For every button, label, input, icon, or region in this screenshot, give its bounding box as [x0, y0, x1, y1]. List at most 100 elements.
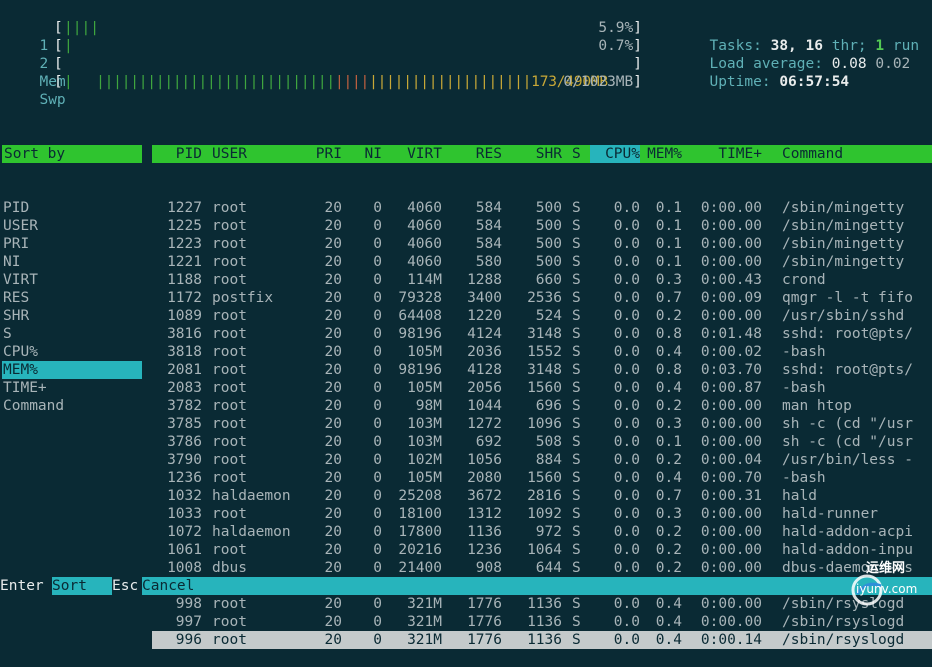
cell-virt: 98M: [415, 398, 442, 414]
cell-time: 0:00.00: [700, 254, 762, 270]
sort-option[interactable]: RES: [2, 289, 142, 307]
table-row[interactable]: 1061 root 20 0 20216 1236 1064 S 0.0 0.2 0:00.00 ha…: [152, 541, 932, 559]
col-s[interactable]: S: [572, 145, 581, 163]
table-row[interactable]: 3786 root 20 0 103M 692 508 S 0.0 0.1 0:00.00 sh -c…: [152, 433, 932, 451]
cell-virt: 105M: [407, 344, 442, 360]
cell-shr: 2536: [527, 290, 562, 306]
col-res[interactable]: RES: [442, 145, 502, 163]
table-row[interactable]: 3818 root 20 0 105M 2036 1552 S 0.0 0.4 0:00.02 -ba…: [152, 343, 932, 361]
col-shr[interactable]: SHR: [502, 145, 562, 163]
cell-mem: 0.4: [655, 614, 682, 630]
cell-s: S: [572, 308, 581, 324]
cell-shr: 1552: [527, 344, 562, 360]
table-row[interactable]: 3782 root 20 0 98M 1044 696 S 0.0 0.2 0:00.00 man h…: [152, 397, 932, 415]
cell-time: 0:00.00: [700, 542, 762, 558]
table-row[interactable]: 1188 root 20 0 114M 1288 660 S 0.0 0.3 0:00.43 cron…: [152, 271, 932, 289]
col-pri[interactable]: PRI: [302, 145, 342, 163]
cell-virt: 79328: [398, 290, 442, 306]
swp-meter: Swp [ | 0/1023MB]: [39, 74, 642, 108]
cell-ni: 0: [373, 236, 382, 252]
sort-action[interactable]: Sort: [52, 577, 112, 595]
table-row[interactable]: 2083 root 20 0 105M 2056 1560 S 0.0 0.4 0:00.87 -ba…: [152, 379, 932, 397]
table-row[interactable]: 2081 root 20 0 98196 4128 3148 S 0.0 0.8 0:03.70 ss…: [152, 361, 932, 379]
mem-meter: Mem [ ||||||||||||||||||||||||||||||||||…: [39, 56, 642, 90]
cell-cpu: 0.0: [613, 218, 640, 234]
cell-res: 1776: [467, 632, 502, 648]
cell-user: haldaemon: [212, 488, 291, 504]
cell-pri: 20: [324, 236, 342, 252]
cell-virt: 21400: [398, 560, 442, 576]
col-time[interactable]: TIME+: [682, 145, 762, 163]
esc-key[interactable]: Esc: [112, 577, 142, 595]
col-cpu[interactable]: CPU%: [590, 145, 640, 163]
sort-option[interactable]: MEM%: [2, 361, 142, 379]
sort-option[interactable]: NI: [2, 253, 142, 271]
cell-s: S: [572, 596, 581, 612]
col-command[interactable]: Command: [782, 145, 843, 163]
cell-time: 0:00.70: [700, 470, 762, 486]
cell-command: sshd: root@pts/: [782, 326, 913, 342]
cell-cpu: 0.0: [613, 254, 640, 270]
cell-command: hald: [782, 488, 817, 504]
cell-time: 0:00.31: [700, 488, 762, 504]
cell-virt: 25208: [398, 488, 442, 504]
sort-option[interactable]: PID: [2, 199, 142, 217]
table-row[interactable]: 1072 haldaemon 20 0 17800 1136 972 S 0.0 0.2 0:00.…: [152, 523, 932, 541]
swp-label: Swp: [39, 92, 66, 108]
sort-option[interactable]: S: [2, 325, 142, 343]
swp-value: 0/1023MB: [563, 74, 634, 90]
cell-shr: 644: [535, 560, 562, 576]
sort-option[interactable]: USER: [2, 217, 142, 235]
table-row[interactable]: 1221 root 20 0 4060 580 500 S 0.0 0.1 0:00.00/sbin…: [152, 253, 932, 271]
table-row[interactable]: 1236 root 20 0 105M 2080 1560 S 0.0 0.4 0:00.70 -ba…: [152, 469, 932, 487]
cell-res: 1236: [467, 542, 502, 558]
cell-pri: 20: [324, 218, 342, 234]
table-row[interactable]: 1223 root 20 0 4060 584 500 S 0.0 0.1 0:00.00/sbin…: [152, 235, 932, 253]
cell-ni: 0: [373, 344, 382, 360]
table-row[interactable]: 3790 root 20 0 102M 1056 884 S 0.0 0.2 0:00.04/usr…: [152, 451, 932, 469]
table-row[interactable]: 996 root 20 0 321M 1776 1136 S 0.0 0.4 0:00.14/sbi…: [152, 631, 932, 649]
sort-option[interactable]: CPU%: [2, 343, 142, 361]
sort-option[interactable]: VIRT: [2, 271, 142, 289]
cell-ni: 0: [373, 362, 382, 378]
cell-pri: 20: [324, 542, 342, 558]
sort-option[interactable]: TIME+: [2, 379, 142, 397]
table-row[interactable]: 3816 root 20 0 98196 4124 3148 S 0.0 0.8 0:01.48 ss…: [152, 325, 932, 343]
col-mem[interactable]: MEM%: [640, 145, 682, 163]
enter-key[interactable]: Enter: [0, 577, 52, 595]
table-row[interactable]: 1225 root 20 0 4060 584 500 S 0.0 0.1 0:00.00/sbin…: [152, 217, 932, 235]
table-row[interactable]: 998 root 20 0 321M 1776 1136 S 0.0 0.4 0:00.00/sbi…: [152, 595, 932, 613]
table-row[interactable]: 1227 root 20 0 4060 584 500 S 0.0 0.1 0:00.00/sbin…: [152, 199, 932, 217]
cell-mem: 0.8: [655, 362, 682, 378]
cell-cpu: 0.0: [613, 560, 640, 576]
table-row[interactable]: 1172 postfix 20 0 79328 3400 2536 S 0.0 0.7 0:00.0…: [152, 289, 932, 307]
sort-option[interactable]: SHR: [2, 307, 142, 325]
col-virt[interactable]: VIRT: [382, 145, 442, 163]
table-row[interactable]: 1032 haldaemon 20 0 25208 3672 2816 S 0.0 0.7 0:00…: [152, 487, 932, 505]
table-row[interactable]: 997 root 20 0 321M 1776 1136 S 0.0 0.4 0:00.00/sbi…: [152, 613, 932, 631]
cell-user: root: [212, 362, 247, 378]
col-ni[interactable]: NI: [347, 145, 382, 163]
col-user[interactable]: USER: [212, 145, 247, 163]
cell-ni: 0: [373, 452, 382, 468]
cell-pri: 20: [324, 272, 342, 288]
cancel-action[interactable]: Cancel: [142, 577, 194, 595]
cell-user: root: [212, 506, 247, 522]
sort-option[interactable]: PRI: [2, 235, 142, 253]
table-row[interactable]: 1089 root 20 0 64408 1220 524 S 0.0 0.2 0:00.00/us…: [152, 307, 932, 325]
cell-shr: 500: [535, 236, 562, 252]
load-5min: 0.02: [875, 56, 911, 72]
table-row[interactable]: 3785 root 20 0 103M 1272 1096 S 0.0 0.3 0:00.00 sh …: [152, 415, 932, 433]
cell-ni: 0: [373, 398, 382, 414]
cell-user: root: [212, 398, 247, 414]
cell-pri: 20: [324, 308, 342, 324]
cell-mem: 0.1: [655, 236, 682, 252]
table-row[interactable]: 1033 root 20 0 18100 1312 1092 S 0.0 0.3 0:00.00 ha…: [152, 505, 932, 523]
table-row[interactable]: 1008 dbus 20 0 21400 908 644 S 0.0 0.2 0:00.00 dbus…: [152, 559, 932, 577]
col-pid[interactable]: PID: [152, 145, 202, 163]
cell-ni: 0: [373, 218, 382, 234]
sort-option[interactable]: Command: [2, 397, 142, 415]
cell-command: -bash: [782, 380, 826, 396]
cell-pid: 1172: [167, 290, 202, 306]
cell-command: -bash: [782, 470, 826, 486]
